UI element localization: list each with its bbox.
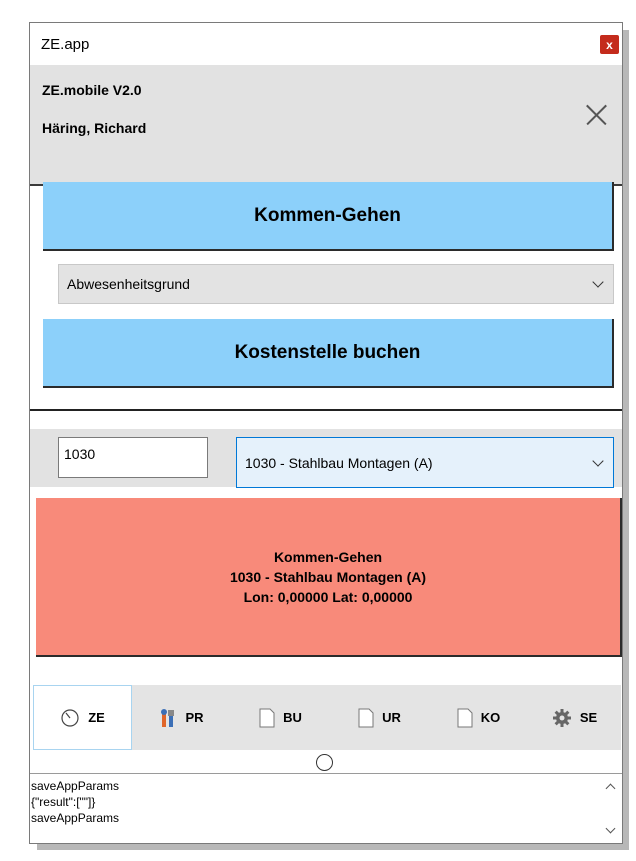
- log-line: saveAppParams: [31, 779, 120, 793]
- tab-bu[interactable]: BU: [231, 685, 330, 750]
- absence-reason-value: Abwesenheitsgrund: [67, 276, 190, 292]
- absence-reason-select[interactable]: Abwesenheitsgrund: [58, 264, 614, 304]
- tab-label: BU: [283, 710, 302, 725]
- scroll-down-icon[interactable]: [605, 823, 616, 834]
- gear-icon: [552, 708, 572, 728]
- user-name: Häring, Richard: [42, 120, 147, 136]
- tab-label: ZE: [88, 710, 105, 725]
- page-icon: [358, 708, 374, 728]
- divider: [30, 409, 622, 411]
- log-scrollbar[interactable]: [600, 773, 622, 843]
- chevron-down-icon: [592, 454, 604, 467]
- tab-label: KO: [480, 710, 501, 725]
- cost-center-input[interactable]: 1030: [58, 437, 208, 478]
- log-line: saveAppParams: [31, 811, 120, 825]
- page-icon: [457, 708, 473, 728]
- app-window: ZE.app x ZE.mobile V2.0 Häring, Richard …: [29, 22, 623, 844]
- kommen-gehen-button[interactable]: Kommen-Gehen: [43, 182, 614, 251]
- window-title: ZE.app: [41, 36, 90, 53]
- tab-pr[interactable]: PR: [132, 685, 231, 750]
- tab-ko[interactable]: KO: [429, 685, 528, 750]
- tab-label: UR: [382, 710, 401, 725]
- close-icon[interactable]: [586, 105, 606, 125]
- scroll-up-icon[interactable]: [605, 783, 616, 794]
- tab-ze[interactable]: ZE: [33, 685, 132, 750]
- tab-label: PR: [185, 710, 204, 725]
- title-bar: ZE.app x: [30, 23, 622, 65]
- tools-icon: [159, 708, 177, 728]
- status-cost-center: 1030 - Stahlbau Montagen (A): [229, 568, 427, 585]
- app-header: ZE.mobile V2.0 Häring, Richard: [30, 65, 622, 186]
- clock-icon: [60, 708, 80, 728]
- bottom-tabs: ZE PR BU UR KO SE: [30, 685, 622, 750]
- chevron-down-icon: [592, 276, 604, 288]
- window-close-button[interactable]: x: [600, 35, 619, 54]
- tab-label: SE: [579, 710, 598, 725]
- cost-center-selected: 1030 - Stahlbau Montagen (A): [245, 454, 433, 471]
- page-icon: [259, 708, 275, 728]
- booking-status-panel: Kommen-Gehen 1030 - Stahlbau Montagen (A…: [36, 498, 622, 657]
- window-shadow-right: [623, 30, 629, 850]
- app-version: ZE.mobile V2.0: [42, 82, 142, 98]
- loading-indicator: [316, 754, 333, 771]
- kostenstelle-buchen-button[interactable]: Kostenstelle buchen: [43, 319, 614, 388]
- status-action: Kommen-Gehen: [273, 548, 383, 565]
- status-location: Lon: 0,00000 Lat: 0,00000: [243, 588, 413, 605]
- log-output[interactable]: saveAppParams {"result":[""]} saveAppPar…: [30, 773, 622, 843]
- log-line: {"result":[""]}: [31, 795, 96, 809]
- cost-center-row: 1030 1030 - Stahlbau Montagen (A): [30, 429, 622, 488]
- window-shadow-bottom: [37, 844, 629, 850]
- cost-center-select[interactable]: 1030 - Stahlbau Montagen (A): [236, 437, 614, 488]
- tab-se[interactable]: SE: [528, 685, 621, 750]
- tab-ur[interactable]: UR: [330, 685, 429, 750]
